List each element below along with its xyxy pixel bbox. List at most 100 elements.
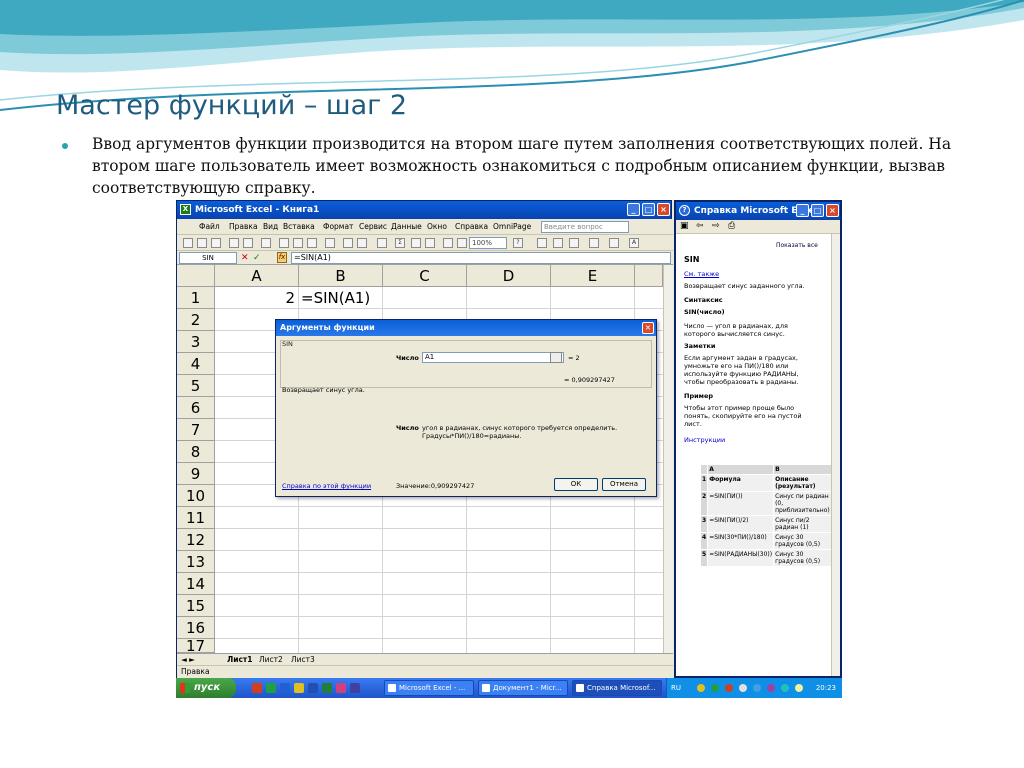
sheet-tab[interactable]: Лист3 (291, 655, 315, 664)
instructions-link[interactable]: Инструкции (684, 436, 725, 444)
row-header[interactable]: 6 (177, 397, 215, 419)
merge-icon[interactable] (537, 238, 547, 248)
zoom-select[interactable]: 100% (469, 237, 507, 249)
copy-icon[interactable] (293, 238, 303, 248)
language-indicator[interactable]: RU (671, 678, 681, 698)
row-header[interactable]: 17 (177, 639, 215, 653)
sheet-tab[interactable]: Лист1 (227, 655, 253, 664)
preview-icon[interactable] (243, 238, 253, 248)
row-header[interactable]: 14 (177, 573, 215, 595)
collapse-dialog-icon[interactable] (550, 352, 562, 363)
column-header[interactable]: A (215, 265, 299, 287)
row-header[interactable]: 15 (177, 595, 215, 617)
ie-icon[interactable] (280, 683, 290, 693)
quicklaunch-icon[interactable] (252, 683, 262, 693)
row-header[interactable]: 5 (177, 375, 215, 397)
undo-icon[interactable] (343, 238, 353, 248)
menu-data[interactable]: Данные (391, 222, 422, 231)
column-header[interactable]: D (467, 265, 551, 287)
insert-function-icon[interactable]: fx (277, 252, 287, 263)
spelling-icon[interactable] (261, 238, 271, 248)
chart-icon[interactable] (443, 238, 453, 248)
column-header[interactable]: E (551, 265, 635, 287)
volume-icon[interactable] (795, 684, 803, 692)
quicklaunch-icon[interactable] (336, 683, 346, 693)
select-all-corner[interactable] (177, 265, 215, 287)
ok-button[interactable]: ОК (554, 478, 598, 491)
sort-desc-icon[interactable] (425, 238, 435, 248)
maximize-button[interactable]: □ (642, 203, 655, 216)
row-header[interactable]: 3 (177, 331, 215, 353)
see-also-link[interactable]: См. также (684, 270, 719, 278)
task-word[interactable]: Документ1 - Micr... (478, 680, 568, 696)
show-all-link[interactable]: Показать все (776, 242, 818, 250)
arg-input[interactable]: A1 (422, 352, 564, 363)
sheet-tab[interactable]: Лист2 (259, 655, 283, 664)
fill-color-icon[interactable] (609, 238, 619, 248)
dialog-close-button[interactable]: × (642, 322, 654, 334)
row-header[interactable]: 1 (177, 287, 215, 309)
paste-icon[interactable] (307, 238, 317, 248)
tray-icon[interactable] (781, 684, 789, 692)
cell-a1[interactable]: 2 (217, 287, 295, 309)
tab-nav-icon[interactable]: ◄ ► (181, 655, 195, 664)
excel-icon[interactable] (322, 683, 332, 693)
column-header[interactable]: B (299, 265, 383, 287)
drawing-icon[interactable] (457, 238, 467, 248)
tray-icon[interactable] (767, 684, 775, 692)
tray-icon[interactable] (739, 684, 747, 692)
menu-window[interactable]: Окно (427, 222, 447, 231)
row-header[interactable]: 9 (177, 463, 215, 485)
column-header-partial[interactable] (635, 265, 663, 287)
row-header[interactable]: 11 (177, 507, 215, 529)
tray-icon[interactable] (711, 684, 719, 692)
open-icon[interactable] (197, 238, 207, 248)
row-header[interactable]: 8 (177, 441, 215, 463)
indent-icon[interactable] (553, 238, 563, 248)
quicklaunch-icon[interactable] (266, 683, 276, 693)
row-header[interactable]: 2 (177, 309, 215, 331)
quicklaunch-icon[interactable] (294, 683, 304, 693)
new-icon[interactable] (183, 238, 193, 248)
ask-question-input[interactable]: Введите вопрос (541, 221, 629, 233)
borders-icon[interactable] (589, 238, 599, 248)
row-header[interactable]: 16 (177, 617, 215, 639)
cut-icon[interactable] (279, 238, 289, 248)
formula-input[interactable]: =SIN(A1) (291, 252, 671, 264)
redo-icon[interactable] (357, 238, 367, 248)
print-icon[interactable] (229, 238, 239, 248)
cell-b1[interactable]: =SIN(A1) (301, 287, 421, 309)
vertical-scrollbar[interactable] (663, 265, 673, 653)
help-icon[interactable]: ? (513, 238, 523, 248)
cancel-icon[interactable]: ✕ (241, 252, 249, 264)
tile-icon[interactable]: ▣ (680, 220, 689, 233)
help-scrollbar[interactable] (831, 234, 840, 676)
column-header[interactable]: C (383, 265, 467, 287)
row-header[interactable]: 10 (177, 485, 215, 507)
outdent-icon[interactable] (569, 238, 579, 248)
minimize-button[interactable]: _ (627, 203, 640, 216)
row-header[interactable]: 7 (177, 419, 215, 441)
menu-file[interactable]: Файл (199, 222, 220, 231)
row-header[interactable]: 4 (177, 353, 215, 375)
tray-icon[interactable] (753, 684, 761, 692)
save-icon[interactable] (211, 238, 221, 248)
enter-icon[interactable]: ✓ (253, 252, 261, 264)
hyperlink-icon[interactable] (377, 238, 387, 248)
format-painter-icon[interactable] (325, 238, 335, 248)
cancel-button[interactable]: Отмена (602, 478, 646, 491)
tray-icon[interactable] (697, 684, 705, 692)
row-header[interactable]: 13 (177, 551, 215, 573)
menu-help[interactable]: Справка (455, 222, 488, 231)
tray-icon[interactable] (725, 684, 733, 692)
back-icon[interactable]: ⇦ (696, 220, 704, 233)
forward-icon[interactable]: ⇨ (712, 220, 720, 233)
help-minimize-button[interactable]: _ (796, 204, 809, 217)
menu-insert[interactable]: Вставка (283, 222, 315, 231)
row-header[interactable]: 12 (177, 529, 215, 551)
close-button[interactable]: × (657, 203, 670, 216)
menu-edit[interactable]: Правка (229, 222, 258, 231)
help-maximize-button[interactable]: □ (811, 204, 824, 217)
task-help[interactable]: Справка Microsof... (572, 680, 662, 696)
quicklaunch-icon[interactable] (350, 683, 360, 693)
